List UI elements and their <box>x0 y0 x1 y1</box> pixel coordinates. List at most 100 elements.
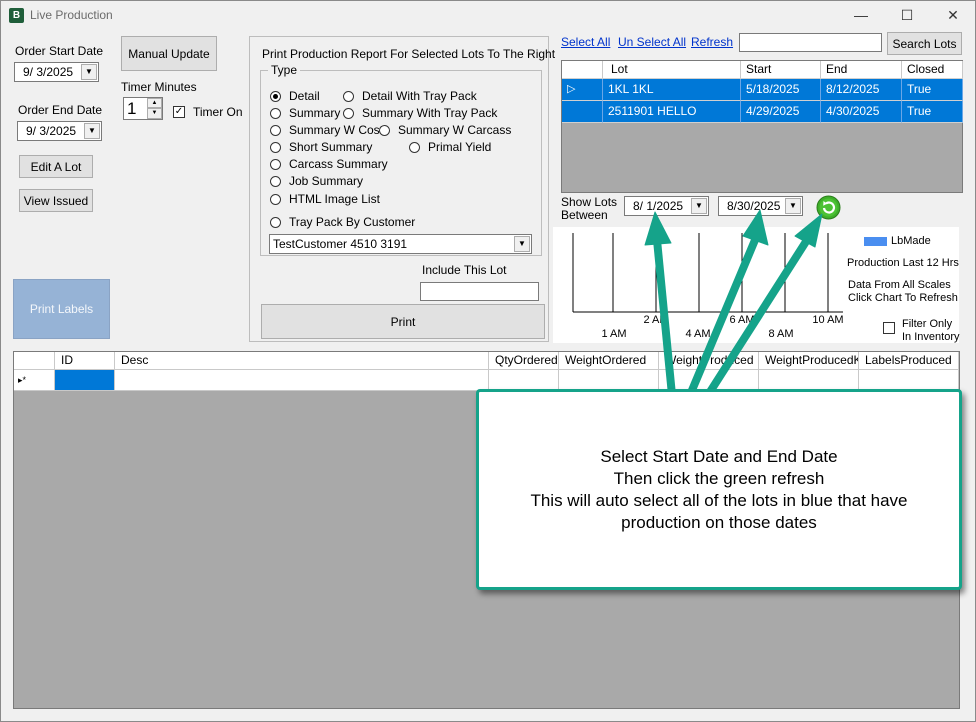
timer-minutes-value: 1 <box>127 99 137 118</box>
end-cell[interactable]: 8/12/2025 <box>821 79 902 101</box>
radio-carcass-summary-label: Carcass Summary <box>289 157 388 171</box>
order-grid-header: ID Desc QtyOrdered WeightOrdered WeightP… <box>14 352 959 370</box>
refresh-link[interactable]: Refresh <box>691 35 733 49</box>
row-header <box>562 101 603 123</box>
radio-primal-yield[interactable]: Primal Yield <box>409 139 491 155</box>
maximize-icon[interactable]: ☐ <box>884 0 930 30</box>
order-end-date-picker[interactable]: 9/ 3/2025 ▼ <box>17 121 102 141</box>
table-row-new[interactable]: ▸* <box>14 370 959 391</box>
radio-icon[interactable] <box>343 90 354 102</box>
radio-icon[interactable] <box>409 141 420 153</box>
radio-icon[interactable] <box>270 107 281 119</box>
order-end-label: Order End Date <box>18 103 103 117</box>
unselect-all-link[interactable]: Un Select All <box>618 35 686 49</box>
print-button[interactable]: Print <box>261 304 545 339</box>
radio-icon[interactable] <box>379 124 390 136</box>
weight-produced-cell[interactable] <box>659 370 759 391</box>
radio-tray-pack-customer[interactable]: Tray Pack By Customer <box>270 214 415 230</box>
to-date-picker[interactable]: 8/30/2025 ▼ <box>718 196 803 216</box>
start-cell[interactable]: 4/29/2025 <box>741 101 821 123</box>
radio-summary-cost[interactable]: Summary W Cost <box>270 122 383 138</box>
column-header-weight-produced[interactable]: WeightProduced <box>659 352 759 370</box>
search-lots-button[interactable]: Search Lots <box>887 32 962 55</box>
column-header-weight-produced-kg[interactable]: WeightProducedKg <box>759 352 859 370</box>
radio-summary-tray[interactable]: Summary With Tray Pack <box>343 105 497 121</box>
stepper-down-icon[interactable]: ▼ <box>147 108 162 119</box>
radio-job-summary[interactable]: Job Summary <box>270 173 363 189</box>
manual-update-button[interactable]: Manual Update <box>121 36 217 71</box>
radio-icon[interactable] <box>343 107 354 119</box>
column-header-closed[interactable]: Closed <box>902 61 963 79</box>
legend-swatch <box>864 237 887 246</box>
lots-grid[interactable]: Lot Start End Closed ▷ 1KL 1KL 5/18/2025… <box>561 60 963 193</box>
column-header-id[interactable]: ID <box>55 352 115 370</box>
edit-lot-button[interactable]: Edit A Lot <box>19 155 93 178</box>
radio-carcass-summary[interactable]: Carcass Summary <box>270 156 388 172</box>
minimize-icon[interactable]: — <box>838 0 884 30</box>
radio-summary-label: Summary <box>289 106 341 120</box>
column-header-labels-produced[interactable]: LabelsProduced <box>859 352 959 370</box>
closed-cell[interactable]: True <box>902 101 963 123</box>
labels-produced-cell[interactable] <box>859 370 959 391</box>
radio-icon[interactable] <box>270 175 281 187</box>
green-refresh-icon[interactable] <box>816 195 841 220</box>
from-date-picker[interactable]: 8/ 1/2025 ▼ <box>624 196 709 216</box>
chevron-down-icon[interactable]: ▼ <box>84 123 100 139</box>
include-lot-input[interactable] <box>420 282 539 301</box>
chart-x-tick-label: 10 AM <box>812 314 843 326</box>
weight-ordered-cell[interactable] <box>559 370 659 391</box>
radio-short-summary[interactable]: Short Summary <box>270 139 372 155</box>
table-row[interactable]: ▷ 1KL 1KL 5/18/2025 8/12/2025 True <box>562 79 963 101</box>
weight-produced-kg-cell[interactable] <box>759 370 859 391</box>
radio-detail-label: Detail <box>289 89 320 103</box>
chart-x-tick-label: 4 AM <box>685 328 710 340</box>
radio-summary[interactable]: Summary <box>270 105 340 121</box>
radio-icon[interactable] <box>270 124 281 136</box>
timer-on-checkbox[interactable]: ✓ Timer On <box>173 105 243 119</box>
column-header-qty-ordered[interactable]: QtyOrdered <box>489 352 559 370</box>
checkbox-icon[interactable] <box>883 322 895 334</box>
desc-cell[interactable] <box>115 370 489 391</box>
timer-minutes-stepper[interactable]: 1 ▲ ▼ <box>123 97 163 120</box>
close-icon[interactable]: ✕ <box>930 0 976 30</box>
column-header-lot[interactable]: Lot <box>603 61 741 79</box>
radio-detail-tray[interactable]: Detail With Tray Pack <box>343 88 477 104</box>
chevron-down-icon[interactable]: ▼ <box>514 236 530 252</box>
radio-icon[interactable] <box>270 158 281 170</box>
checkbox-checked-icon[interactable]: ✓ <box>173 106 185 118</box>
radio-icon[interactable] <box>270 141 281 153</box>
filter-inventory-checkbox[interactable]: Filter Only In Inventory <box>883 318 959 344</box>
radio-html-image-list[interactable]: HTML Image List <box>270 191 380 207</box>
chart-x-tick-label: 8 AM <box>768 328 793 340</box>
closed-cell[interactable]: True <box>902 79 963 101</box>
chart-note-scales: Data From All Scales Click Chart To Refr… <box>848 279 958 305</box>
select-all-link[interactable]: Select All <box>561 35 610 49</box>
radio-selected-icon[interactable] <box>270 90 281 102</box>
end-cell[interactable]: 4/30/2025 <box>821 101 902 123</box>
column-header-desc[interactable]: Desc <box>115 352 489 370</box>
chevron-down-icon[interactable]: ▼ <box>785 198 801 214</box>
timer-on-label: Timer On <box>193 105 243 119</box>
radio-summary-carcass[interactable]: Summary W Carcass <box>379 122 511 138</box>
id-cell[interactable] <box>55 370 115 391</box>
column-header-start[interactable]: Start <box>741 61 821 79</box>
order-start-date-picker[interactable]: 9/ 3/2025 ▼ <box>14 62 99 82</box>
radio-icon[interactable] <box>270 193 281 205</box>
view-issued-button[interactable]: View Issued <box>19 189 93 212</box>
chevron-down-icon[interactable]: ▼ <box>691 198 707 214</box>
radio-icon[interactable] <box>270 216 281 228</box>
radio-detail[interactable]: Detail <box>270 88 320 104</box>
chart-x-tick-label: 2 AM <box>643 314 668 326</box>
column-header-weight-ordered[interactable]: WeightOrdered <box>559 352 659 370</box>
qty-ordered-cell[interactable] <box>489 370 559 391</box>
table-row[interactable]: 2511901 HELLO 4/29/2025 4/30/2025 True <box>562 101 963 123</box>
lot-cell[interactable]: 1KL 1KL <box>603 79 741 101</box>
stepper-up-icon[interactable]: ▲ <box>147 98 162 108</box>
column-header-end[interactable]: End <box>821 61 902 79</box>
lot-cell[interactable]: 2511901 HELLO <box>603 101 741 123</box>
search-lots-input[interactable] <box>739 33 882 52</box>
start-cell[interactable]: 5/18/2025 <box>741 79 821 101</box>
chevron-down-icon[interactable]: ▼ <box>81 64 97 80</box>
customer-select[interactable]: TestCustomer 4510 3191 ▼ <box>269 234 532 254</box>
print-labels-button[interactable]: Print Labels <box>13 279 110 339</box>
